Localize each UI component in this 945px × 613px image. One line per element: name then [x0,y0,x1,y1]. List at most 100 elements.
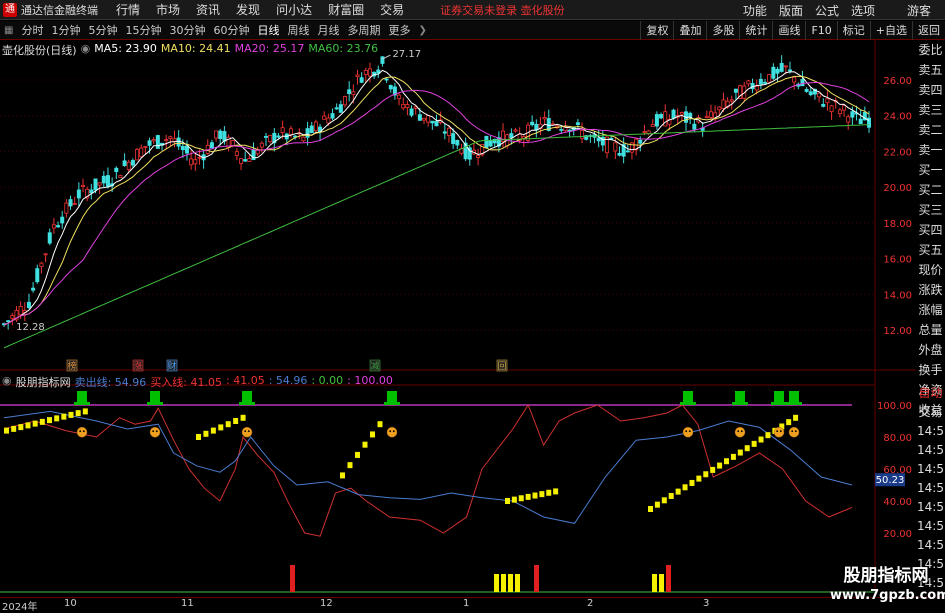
quote-field-label: 卖三 [918,103,943,117]
menu-item-layout[interactable]: 版面 [773,2,809,19]
menu-item-market[interactable]: 市场 [148,1,188,18]
menu-item-formula[interactable]: 公式 [809,2,845,19]
period-1min[interactable]: 1分钟 [47,22,84,38]
candle-body [60,216,65,224]
candle-body [176,137,181,147]
event-marker-label: 减 [370,360,379,372]
stats-button[interactable]: 统计 [739,21,772,40]
tick-time-label: 14:5 [917,538,944,552]
candle-body [842,105,847,111]
warning-face-icon [788,426,800,438]
signal-bar [505,498,510,504]
period-5min[interactable]: 5分钟 [84,22,121,38]
indicator-tick-label: 40.00 [883,497,912,508]
period-daily[interactable]: 日线 [253,22,283,38]
signal-bar [717,462,723,469]
candle-body [222,131,227,142]
stock-name[interactable]: 壶化股份(日线) [2,42,77,57]
menu-item-wealth[interactable]: 财富圈 [320,1,372,18]
candle-body [143,146,148,148]
period-15min[interactable]: 15分钟 [121,22,165,38]
indicator-name[interactable]: 股朋指标网 [16,374,71,389]
indicator-circle-icon[interactable]: ◉ [2,374,12,388]
candle-body [64,202,69,214]
buy-line [3,403,853,537]
candle-body [654,114,659,127]
menu-item-ask[interactable]: 问小达 [268,1,320,18]
candle-body [617,152,622,156]
overlay-button[interactable]: 叠加 [673,21,706,40]
candle-body [122,160,127,166]
yellow-signal-bar [659,574,664,592]
menu-item-options[interactable]: 选项 [845,2,881,19]
face-eye [740,430,743,433]
add-watchlist-button[interactable]: +自选 [869,21,912,40]
red-signal-bar [534,565,539,592]
back-button[interactable]: 返回 [912,21,945,40]
candle-body [837,109,842,115]
period-60min[interactable]: 60分钟 [209,22,253,38]
period-tick[interactable]: 分时 [17,22,47,38]
period-weekly[interactable]: 周线 [283,22,313,38]
f10-button[interactable]: F10 [805,21,836,40]
red-signal-bar [290,565,295,592]
candle-body [97,182,102,186]
draw-line-button[interactable]: 画线 [772,21,805,40]
date-label: 3 [703,598,710,609]
mark-button[interactable]: 标记 [836,21,870,40]
candle-body [43,253,48,256]
settings-circle-icon[interactable]: ◉ [81,42,91,56]
signal-bar [4,427,9,434]
candle-body [230,140,235,147]
signal-bar [758,436,764,443]
candle-body [334,107,339,110]
period-monthly[interactable]: 月线 [313,22,343,38]
candle-body [717,106,722,111]
face-eye [247,430,250,433]
menu-item-quotes[interactable]: 行情 [108,1,148,18]
signal-bar [11,425,17,432]
candle-body [72,203,77,205]
period-multi[interactable]: 多周期 [343,22,384,38]
menu-item-function[interactable]: 功能 [737,2,773,19]
candle-body [488,140,493,147]
candle-body [455,140,460,146]
face-eye [776,430,779,433]
guest-button[interactable]: 游客 [901,2,937,19]
period-more[interactable]: 更多 [384,22,414,38]
candle-body [650,124,655,127]
candle-body [430,120,435,124]
signal-bar [61,413,67,420]
period-30min[interactable]: 30分钟 [165,22,209,38]
candle-body [68,199,73,207]
signal-bar [511,496,517,503]
signal-bar [675,488,681,495]
indicator-tick-label: 100.00 [877,401,912,412]
menu-item-discover[interactable]: 发现 [228,1,268,18]
candle-body [305,128,310,138]
chevron-right-icon[interactable]: ❯ [414,25,430,36]
login-notice[interactable]: 证券交易未登录 壶化股份 [440,2,565,18]
signal-bar [54,415,60,422]
candle-body [184,145,189,154]
candle-body [397,94,402,100]
candle-body [409,108,414,116]
menu-item-trade[interactable]: 交易 [372,1,412,18]
candle-body [118,175,123,179]
signal-bar [340,472,345,479]
date-axis: 2024年 10 11 12 1 2 3 [0,597,945,613]
candle-body [708,111,713,118]
auto-button[interactable]: 自动 [916,384,945,403]
kline-chart[interactable]: 26.00 24.00 22.00 20.00 18.00 16.00 14.00 12.00… [0,40,916,597]
multi-stock-button[interactable]: 多股 [706,21,739,40]
quote-field-label: 买五 [918,243,943,257]
candle-body [704,116,709,119]
grid-icon[interactable]: ▦ [0,25,17,36]
candle-body [800,79,805,87]
restore-rights-button[interactable]: 复权 [640,21,673,40]
date-label: 11 [181,598,194,609]
yellow-signal-bar [501,574,506,592]
yellow-signal-bar [515,574,520,592]
candle-body [575,122,580,125]
menu-item-news[interactable]: 资讯 [188,1,228,18]
